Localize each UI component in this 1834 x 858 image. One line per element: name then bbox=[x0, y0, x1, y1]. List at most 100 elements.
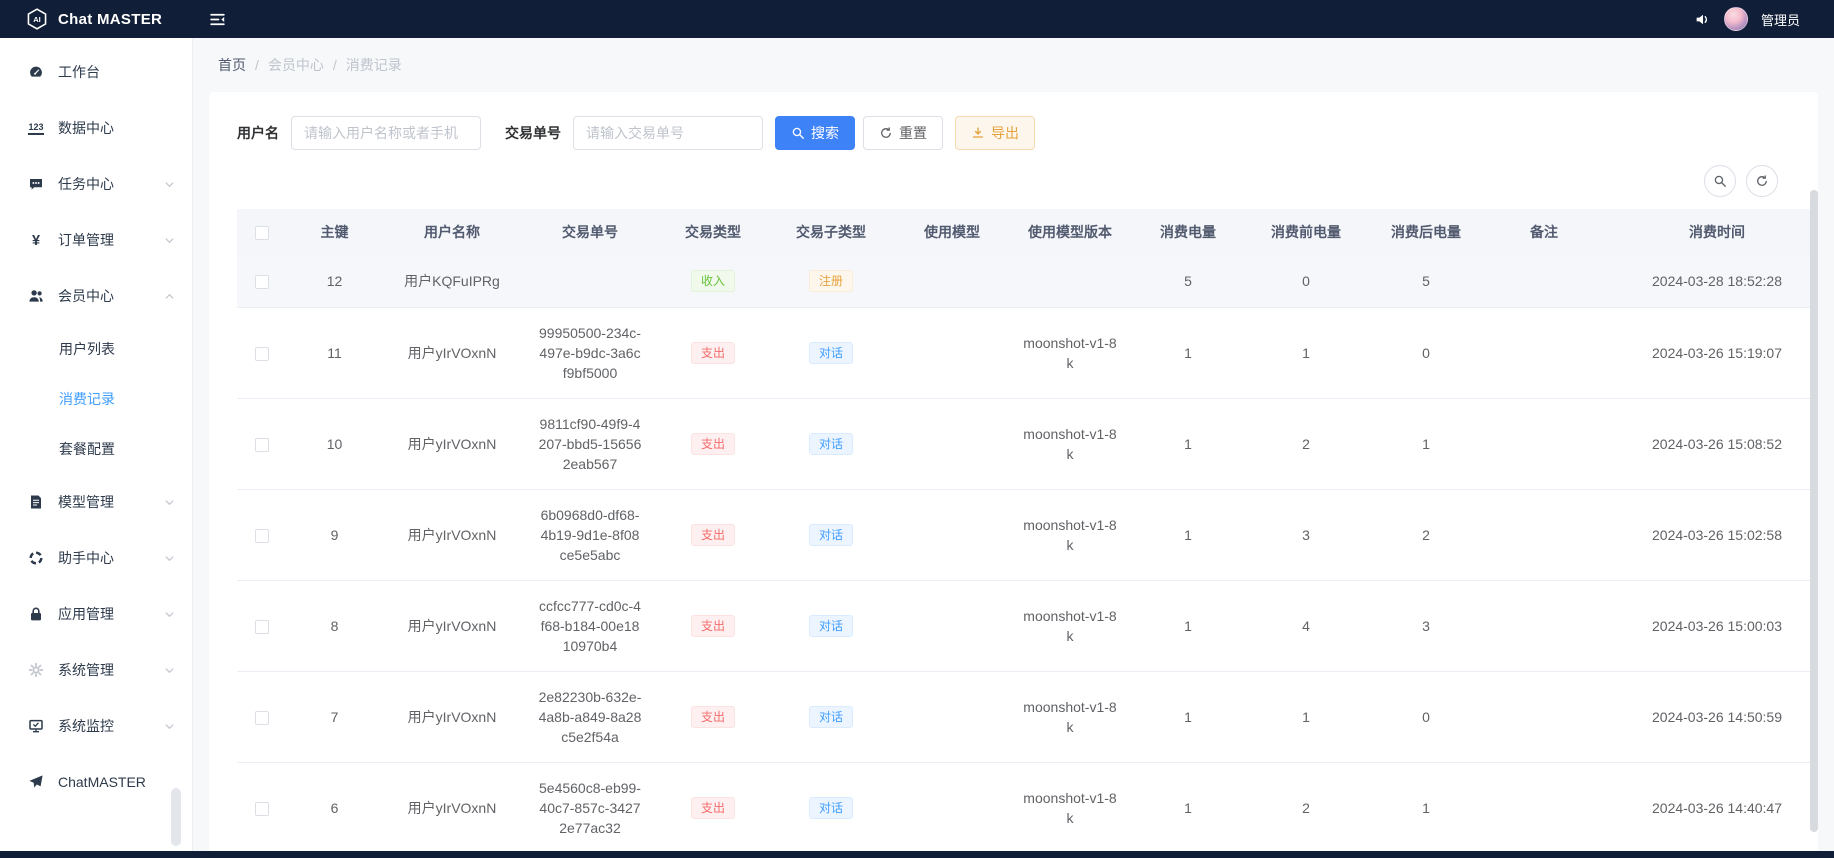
transaction-type-badge: 支出 bbox=[691, 433, 735, 455]
volume-icon[interactable] bbox=[1694, 11, 1711, 28]
table-row: 8用户yIrVOxnNccfcc777-cd0c-4f68-b184-00e18… bbox=[237, 581, 1818, 672]
cell-type: 支出 bbox=[658, 763, 768, 854]
row-checkbox[interactable] bbox=[255, 529, 269, 543]
cell-model-version: moonshot-v1-8k bbox=[1010, 399, 1130, 490]
sidebar-subitem[interactable]: 用户列表 bbox=[0, 324, 192, 374]
records-card: 用户名 交易单号 搜索 重置 bbox=[209, 92, 1818, 858]
sidebar-subitem[interactable]: 消费记录 bbox=[0, 374, 192, 424]
sidebar-item-users[interactable]: 会员中心 bbox=[0, 268, 192, 324]
sidebar-subitem[interactable]: 套餐配置 bbox=[0, 424, 192, 474]
sidebar-item-gear[interactable]: 系统管理 bbox=[0, 642, 192, 698]
row-checkbox[interactable] bbox=[255, 620, 269, 634]
gear-icon bbox=[27, 662, 45, 678]
sidebar-item-yen[interactable]: ¥订单管理 bbox=[0, 212, 192, 268]
transaction-type-badge: 支出 bbox=[691, 342, 735, 364]
cell-remark bbox=[1486, 672, 1602, 763]
chevron-down-icon bbox=[163, 496, 176, 509]
cell-type: 收入 bbox=[658, 255, 768, 308]
cell-power: 1 bbox=[1130, 581, 1246, 672]
cell-txn: 5e4560c8-eb99-40c7-857c-34272e77ac32 bbox=[522, 763, 658, 854]
transaction-subtype-badge: 对话 bbox=[809, 433, 853, 455]
users-icon bbox=[27, 288, 45, 304]
cell-power-before: 1 bbox=[1246, 308, 1366, 399]
app-title: Chat MASTER bbox=[58, 11, 162, 28]
export-button[interactable]: 导出 bbox=[955, 116, 1035, 150]
cell-remark bbox=[1486, 490, 1602, 581]
cell-txn: 6b0968d0-df68-4b19-9d1e-8f08ce5e5abc bbox=[522, 490, 658, 581]
cell-txn: 99950500-234c-497e-b9dc-3a6cf9bf5000 bbox=[522, 308, 658, 399]
breadcrumb-separator: / bbox=[333, 57, 337, 73]
breadcrumb-item[interactable]: 首页 bbox=[218, 55, 246, 75]
username-input[interactable] bbox=[291, 116, 481, 150]
cell-user: 用户yIrVOxnN bbox=[382, 581, 522, 672]
search-icon bbox=[791, 126, 805, 140]
cell-model-version bbox=[1010, 255, 1130, 308]
cell-id: 12 bbox=[287, 255, 382, 308]
sidebar-menu: 工作台123数据中心任务中心¥订单管理会员中心用户列表消费记录套餐配置模型管理助… bbox=[0, 38, 193, 858]
cell-time: 2024-03-26 15:00:03 bbox=[1602, 581, 1818, 672]
content-scrollbar[interactable] bbox=[1810, 190, 1818, 832]
sidebar-item-assistant[interactable]: 助手中心 bbox=[0, 530, 192, 586]
cell-remark bbox=[1486, 399, 1602, 490]
row-checkbox[interactable] bbox=[255, 802, 269, 816]
sidebar-item-dashboard[interactable]: 工作台 bbox=[0, 44, 192, 100]
breadcrumb: 首页/会员中心/消费记录 bbox=[193, 38, 1834, 79]
cell-model-version: moonshot-v1-8k bbox=[1010, 672, 1130, 763]
topbar-right: 管理员 bbox=[1694, 7, 1834, 31]
sidebar-item-data123[interactable]: 123数据中心 bbox=[0, 100, 192, 156]
cell-type: 支出 bbox=[658, 672, 768, 763]
cell-time: 2024-03-26 15:08:52 bbox=[1602, 399, 1818, 490]
row-checkbox[interactable] bbox=[255, 275, 269, 289]
column-header: 消费电量 bbox=[1130, 209, 1246, 255]
transaction-subtype-badge: 注册 bbox=[809, 270, 853, 292]
order-number-input[interactable] bbox=[573, 116, 763, 150]
cell-model bbox=[894, 672, 1010, 763]
sidebar-scrollbar[interactable] bbox=[171, 788, 181, 846]
row-checkbox[interactable] bbox=[255, 347, 269, 361]
sidebar-item-document[interactable]: 模型管理 bbox=[0, 474, 192, 530]
monitor-icon bbox=[27, 718, 45, 734]
row-checkbox[interactable] bbox=[255, 711, 269, 725]
cell-remark bbox=[1486, 581, 1602, 672]
cell-user: 用户KQFuIPRg bbox=[382, 255, 522, 308]
breadcrumb-item: 会员中心 bbox=[268, 55, 324, 75]
sidebar-item-send[interactable]: ChatMASTER bbox=[0, 754, 192, 810]
sidebar-item-label: ChatMASTER bbox=[58, 774, 146, 790]
select-all-checkbox[interactable] bbox=[255, 226, 269, 240]
sidebar-item-lock[interactable]: 应用管理 bbox=[0, 586, 192, 642]
transaction-type-badge: 收入 bbox=[691, 270, 735, 292]
assistant-icon bbox=[27, 550, 45, 566]
table-search-button[interactable] bbox=[1704, 165, 1736, 197]
table-row: 6用户yIrVOxnN5e4560c8-eb99-40c7-857c-34272… bbox=[237, 763, 1818, 854]
table-refresh-button[interactable] bbox=[1746, 165, 1778, 197]
collapse-sidebar-icon[interactable] bbox=[209, 11, 226, 28]
cell-time: 2024-03-26 15:19:07 bbox=[1602, 308, 1818, 399]
content-area: 首页/会员中心/消费记录 用户名 交易单号 搜索 bbox=[193, 38, 1834, 858]
document-icon bbox=[27, 494, 45, 510]
sidebar-item-monitor[interactable]: 系统监控 bbox=[0, 698, 192, 754]
chevron-down-icon bbox=[163, 234, 176, 247]
cell-power: 5 bbox=[1130, 255, 1246, 308]
column-header: 消费后电量 bbox=[1366, 209, 1486, 255]
cell-model bbox=[894, 399, 1010, 490]
current-user-label[interactable]: 管理员 bbox=[1761, 10, 1800, 29]
cell-remark bbox=[1486, 763, 1602, 854]
chevron-down-icon bbox=[163, 664, 176, 677]
chevron-down-icon bbox=[163, 608, 176, 621]
cell-model bbox=[894, 490, 1010, 581]
avatar[interactable] bbox=[1724, 7, 1748, 31]
row-checkbox[interactable] bbox=[255, 438, 269, 452]
cell-power-before: 0 bbox=[1246, 255, 1366, 308]
cell-power-after: 3 bbox=[1366, 581, 1486, 672]
breadcrumb-item: 消费记录 bbox=[346, 55, 402, 75]
cell-user: 用户yIrVOxnN bbox=[382, 672, 522, 763]
table-row: 10用户yIrVOxnN9811cf90-49f9-4207-bbd5-1565… bbox=[237, 399, 1818, 490]
cell-id: 7 bbox=[287, 672, 382, 763]
cell-remark bbox=[1486, 308, 1602, 399]
sidebar-item-chat[interactable]: 任务中心 bbox=[0, 156, 192, 212]
search-button[interactable]: 搜索 bbox=[775, 116, 855, 150]
table-row: 11用户yIrVOxnN99950500-234c-497e-b9dc-3a6c… bbox=[237, 308, 1818, 399]
cell-id: 10 bbox=[287, 399, 382, 490]
reset-button[interactable]: 重置 bbox=[863, 116, 943, 150]
cell-subtype: 对话 bbox=[768, 763, 894, 854]
